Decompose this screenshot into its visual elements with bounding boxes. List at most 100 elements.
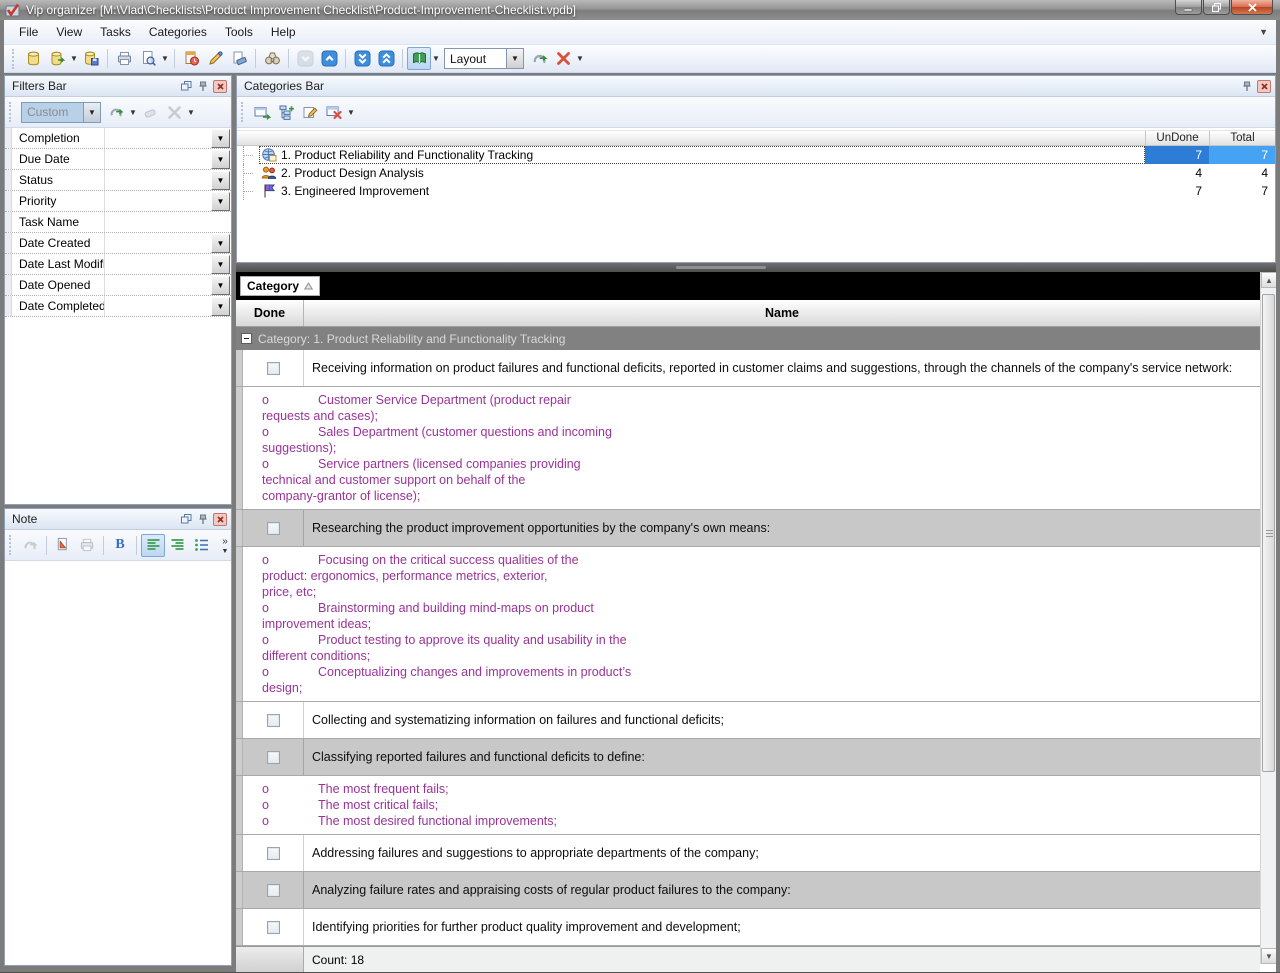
- menu-view[interactable]: View: [47, 21, 91, 43]
- new-subcategory-icon[interactable]: [274, 101, 298, 124]
- panel-pin-icon[interactable]: [1240, 80, 1254, 93]
- note-row[interactable]: oThe most frequent fails;oThe most criti…: [236, 776, 1260, 835]
- panel-close-icon[interactable]: [213, 513, 227, 526]
- view-book-icon[interactable]: [407, 47, 431, 70]
- task-checkbox[interactable]: [267, 884, 280, 897]
- task-checkbox[interactable]: [267, 921, 280, 934]
- bullet-list-icon[interactable]: [189, 534, 213, 557]
- task-checkbox[interactable]: [267, 522, 280, 535]
- filter-dropdown-icon[interactable]: ▼: [211, 150, 230, 169]
- new-task-icon[interactable]: [179, 47, 203, 70]
- group-row[interactable]: Category: 1. Product Reliability and Fun…: [236, 327, 1260, 350]
- category-item[interactable]: 1. Product Reliability and Functionality…: [259, 146, 1145, 164]
- open-database-dropdown-icon[interactable]: ▼: [69, 47, 79, 70]
- note-row[interactable]: oFocusing on the critical success qualit…: [236, 547, 1260, 702]
- panel-close-icon[interactable]: [1257, 80, 1271, 93]
- filter-dropdown-icon[interactable]: ▼: [211, 129, 230, 148]
- new-category-icon[interactable]: [250, 101, 274, 124]
- note-row[interactable]: oCustomer Service Department (product re…: [236, 387, 1260, 510]
- filter-dropdown-icon[interactable]: ▼: [211, 192, 230, 211]
- task-row[interactable]: Analyzing failure rates and appraising c…: [236, 872, 1260, 909]
- print-preview-icon[interactable]: [136, 47, 160, 70]
- restore-button[interactable]: [1203, 0, 1230, 15]
- filter-dropdown-icon[interactable]: ▼: [211, 255, 230, 274]
- move-top-icon[interactable]: [374, 47, 398, 70]
- filter-value-field[interactable]: [105, 212, 231, 232]
- category-row[interactable]: 3. Engineered Improvement77: [237, 182, 1275, 200]
- bold-icon[interactable]: B: [108, 534, 132, 557]
- note-content[interactable]: [5, 561, 231, 957]
- undone-column-header[interactable]: UnDone: [1145, 131, 1209, 145]
- group-by-box[interactable]: Category: [240, 276, 320, 296]
- filter-combobox-value[interactable]: Custom: [21, 102, 83, 123]
- category-name-column-header[interactable]: [237, 131, 1145, 145]
- scroll-up-icon[interactable]: ▲: [1261, 272, 1277, 288]
- filter-value-field[interactable]: [105, 170, 211, 190]
- task-row[interactable]: Collecting and systematizing information…: [236, 702, 1260, 739]
- new-database-icon[interactable]: [21, 47, 45, 70]
- scrollbar-thumb[interactable]: [1262, 294, 1275, 772]
- menu-tasks[interactable]: Tasks: [91, 21, 140, 43]
- task-checkbox[interactable]: [267, 751, 280, 764]
- task-row[interactable]: Receiving information on product failure…: [236, 350, 1260, 387]
- filter-dropdown-icon[interactable]: ▼: [211, 234, 230, 253]
- move-up-icon[interactable]: [317, 47, 341, 70]
- filter-value-field[interactable]: [105, 128, 211, 148]
- save-database-icon[interactable]: [79, 47, 103, 70]
- edit-task-icon[interactable]: [203, 47, 227, 70]
- panel-restore-icon[interactable]: [179, 80, 193, 93]
- clear-filter-icon[interactable]: [138, 101, 162, 124]
- print-icon[interactable]: [112, 47, 136, 70]
- find-icon[interactable]: [260, 47, 284, 70]
- panel-close-icon[interactable]: [213, 80, 227, 93]
- menu-tools[interactable]: Tools: [216, 21, 262, 43]
- delete-filter-icon[interactable]: [162, 101, 186, 124]
- task-row[interactable]: Researching the product improvement oppo…: [236, 510, 1260, 547]
- scroll-down-icon[interactable]: ▼: [1261, 948, 1277, 964]
- filter-combobox-dropdown-icon[interactable]: ▼: [83, 102, 101, 123]
- menu-file[interactable]: File: [10, 21, 47, 43]
- filter-value-field[interactable]: [105, 233, 211, 253]
- menu-help[interactable]: Help: [262, 21, 305, 43]
- apply-filter-dropdown-icon[interactable]: ▼: [128, 101, 138, 124]
- task-row[interactable]: Addressing failures and suggestions to a…: [236, 835, 1260, 872]
- filter-dropdown-icon[interactable]: ▼: [211, 297, 230, 316]
- view-book-dropdown-icon[interactable]: ▼: [431, 47, 441, 70]
- print-preview-icon[interactable]: [51, 534, 75, 557]
- category-item[interactable]: 3. Engineered Improvement: [259, 182, 1145, 200]
- note-toolbar-overflow-icon[interactable]: »▼: [221, 536, 231, 555]
- layout-combobox-dropdown-icon[interactable]: ▼: [506, 48, 524, 69]
- horizontal-splitter[interactable]: [236, 263, 1276, 272]
- done-column-header[interactable]: Done: [236, 300, 304, 326]
- delete-category-icon[interactable]: [322, 101, 346, 124]
- task-checkbox[interactable]: [267, 714, 280, 727]
- open-database-icon[interactable]: [45, 47, 69, 70]
- print-icon[interactable]: [75, 534, 99, 557]
- panel-restore-icon[interactable]: [179, 513, 193, 526]
- category-item[interactable]: 2. Product Design Analysis: [259, 164, 1145, 182]
- menu-categories[interactable]: Categories: [140, 21, 216, 43]
- toolbar-overflow-icon[interactable]: ▼: [575, 47, 585, 70]
- panel-pin-icon[interactable]: [196, 80, 210, 93]
- task-row[interactable]: Classifying reported failures and functi…: [236, 739, 1260, 776]
- categories-toolbar-overflow-icon[interactable]: ▼: [346, 101, 356, 124]
- filter-dropdown-icon[interactable]: ▼: [211, 276, 230, 295]
- filter-value-field[interactable]: [105, 149, 211, 169]
- panel-pin-icon[interactable]: [196, 513, 210, 526]
- category-row[interactable]: 2. Product Design Analysis44: [237, 164, 1275, 182]
- category-row[interactable]: 1. Product Reliability and Functionality…: [237, 146, 1275, 164]
- align-left-icon[interactable]: [141, 534, 165, 557]
- vertical-scrollbar[interactable]: ▲ ▼: [1260, 272, 1276, 964]
- menubar-overflow-icon[interactable]: ▼: [1259, 27, 1268, 37]
- task-checkbox[interactable]: [267, 362, 280, 375]
- move-down-icon[interactable]: [293, 47, 317, 70]
- total-column-header[interactable]: Total: [1209, 131, 1275, 145]
- filter-value-field[interactable]: [105, 254, 211, 274]
- task-row[interactable]: Identifying priorities for further produ…: [236, 909, 1260, 946]
- layout-combobox[interactable]: Layout ▼: [444, 48, 524, 69]
- move-bottom-icon[interactable]: [350, 47, 374, 70]
- filter-combobox[interactable]: Custom ▼: [21, 102, 101, 123]
- print-preview-dropdown-icon[interactable]: ▼: [160, 47, 170, 70]
- filter-dropdown-icon[interactable]: ▼: [211, 171, 230, 190]
- collapse-group-icon[interactable]: [241, 333, 252, 344]
